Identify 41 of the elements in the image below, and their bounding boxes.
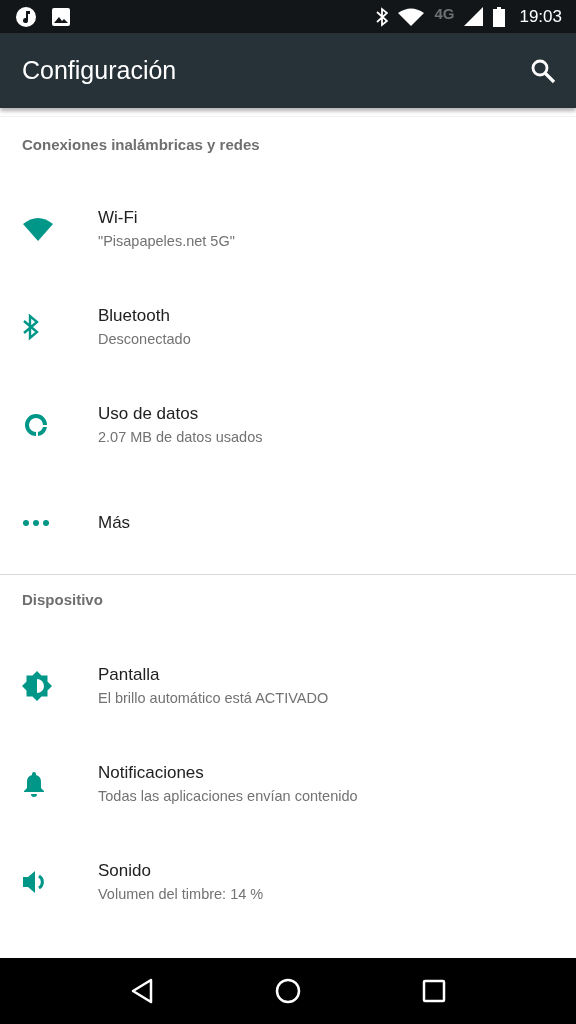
item-title: Uso de datos [98, 403, 199, 425]
bell-icon [22, 770, 46, 798]
wifi-icon [398, 7, 425, 26]
item-title: Notificaciones [98, 762, 204, 784]
search-icon[interactable] [530, 57, 556, 84]
item-summary: Desconectado [98, 330, 191, 349]
network-type: 4G [434, 5, 455, 22]
clock: 19:03 [519, 6, 562, 27]
image-icon [51, 6, 71, 27]
signal-icon [464, 7, 484, 26]
bluetooth-icon [22, 313, 39, 341]
battery-icon [493, 6, 506, 27]
item-title: Sonido [98, 860, 151, 882]
item-title: Wi-Fi [98, 207, 138, 229]
item-title: Más [98, 512, 131, 534]
wifi-icon [22, 215, 54, 243]
screen-title: Configuración [22, 56, 177, 85]
settings-item[interactable]: Wi-Fi "Pisapapeles.net 5G" [0, 180, 576, 278]
settings-item[interactable]: Pantalla El brillo automático está ACTIVADO [0, 637, 576, 735]
back-icon[interactable] [130, 978, 155, 1004]
settings-item[interactable]: Notificaciones Todas las aplicaciones envían contenido [0, 735, 576, 833]
item-summary: Volumen del timbre: 14 % [98, 885, 264, 904]
item-summary: El brillo automático está ACTIVADO [98, 689, 329, 708]
item-title: Pantalla [98, 664, 160, 686]
item-summary: "Pisapapeles.net 5G" [98, 232, 235, 251]
home-icon[interactable] [275, 978, 301, 1004]
settings-item[interactable]: Uso de datos 2.07 MB de datos usados [0, 376, 576, 474]
settings-item[interactable]: Bluetooth Desconectado [0, 278, 576, 376]
settings-item[interactable]: Sonido Volumen del timbre: 14 % [0, 833, 576, 931]
bluetooth-icon [376, 6, 389, 27]
item-title: Bluetooth [98, 305, 170, 327]
section-header: Conexiones inalámbricas y redes [21, 135, 261, 155]
item-summary: Todas las aplicaciones envían contenido [98, 787, 358, 806]
item-summary: 2.07 MB de datos usados [98, 428, 263, 447]
more-icon [22, 519, 50, 527]
brightness-icon [22, 671, 52, 701]
recents-icon[interactable] [421, 979, 446, 1003]
music-note-icon [15, 5, 37, 28]
section-header: Dispositivo [21, 590, 104, 610]
ring-chart-icon [22, 411, 50, 439]
settings-item[interactable]: Más [0, 474, 576, 572]
